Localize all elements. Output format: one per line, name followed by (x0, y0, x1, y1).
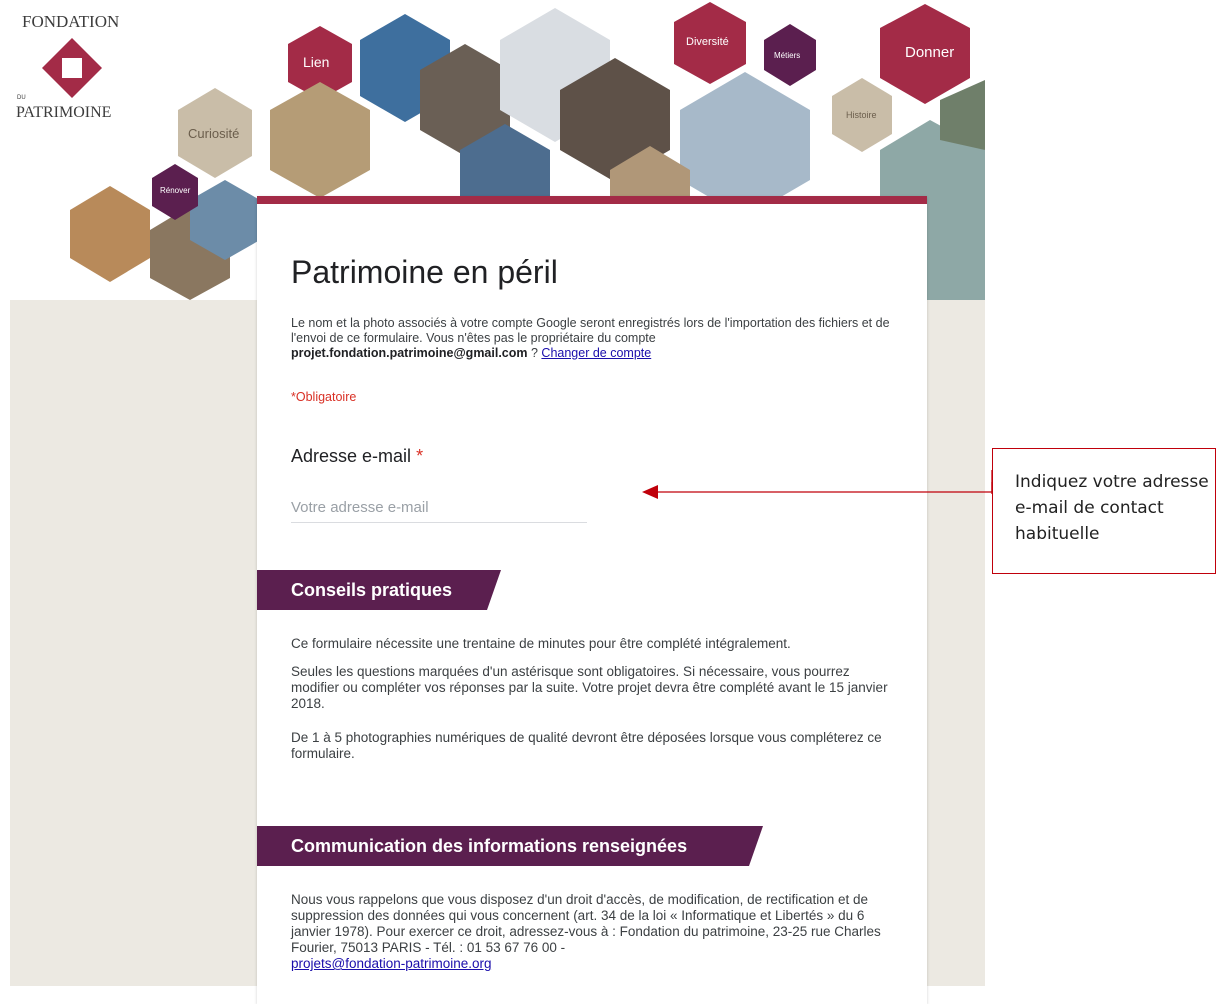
required-note: *Obligatoire (291, 390, 357, 404)
form-card: Patrimoine en péril Le nom et la photo a… (257, 196, 927, 1004)
email-question-text: Adresse e-mail (291, 446, 412, 466)
form-title: Patrimoine en péril (291, 254, 558, 290)
section-header-communication: Communication des informations renseigné… (257, 826, 763, 866)
annotation-callout: Indiquez votre adresse e-mail de contact… (992, 448, 1216, 574)
tips-paragraph-2: Seules les questions marquées d'un astér… (291, 664, 888, 711)
notice-account: projet.fondation.patrimoine@gmail.com (291, 346, 528, 360)
notice-text: Le nom et la photo associés à votre comp… (291, 316, 890, 345)
logo-text-du: DU (17, 95, 26, 101)
hex-photo (270, 82, 370, 198)
communication-text: Nous vous rappelons que vous disposez d'… (291, 892, 881, 955)
communication-paragraph: Nous vous rappelons que vous disposez d'… (291, 892, 891, 972)
hex-label-donner: Donner (905, 44, 955, 61)
email-input[interactable] (291, 494, 587, 523)
contact-email-link[interactable]: projets@fondation-patrimoine.org (291, 956, 492, 971)
hex-label-metiers: Métiers (774, 51, 801, 60)
hex-label-curiosite: Curiosité (188, 126, 240, 141)
annotation-arrow-icon (642, 482, 993, 499)
required-asterisk: * (416, 446, 424, 466)
tips-paragraph-3: De 1 à 5 photographies numériques de qua… (291, 730, 882, 761)
fondation-logo: FONDATION DU PATRIMOINE (14, 8, 154, 148)
section-header-tips: Conseils pratiques (257, 570, 501, 610)
logo-text-top: FONDATION (22, 12, 120, 31)
hex-label-diversite: Diversité (686, 36, 729, 48)
notice-separator: ? (527, 346, 542, 360)
logo-diamond-icon (42, 38, 102, 98)
hex-label-lien: Lien (303, 54, 330, 70)
hex-photo (70, 186, 150, 282)
email-question-label: Adresse e-mail * (291, 446, 423, 467)
change-account-link[interactable]: Changer de compte (541, 346, 651, 360)
logo-text-bottom: PATRIMOINE (16, 104, 112, 121)
account-notice: Le nom et la photo associés à votre comp… (291, 316, 891, 361)
tips-paragraph-1: Ce formulaire nécessite une trentaine de… (291, 636, 791, 651)
hex-label-renover: Rénover (160, 186, 191, 195)
hex-label-histoire: Histoire (846, 110, 877, 120)
